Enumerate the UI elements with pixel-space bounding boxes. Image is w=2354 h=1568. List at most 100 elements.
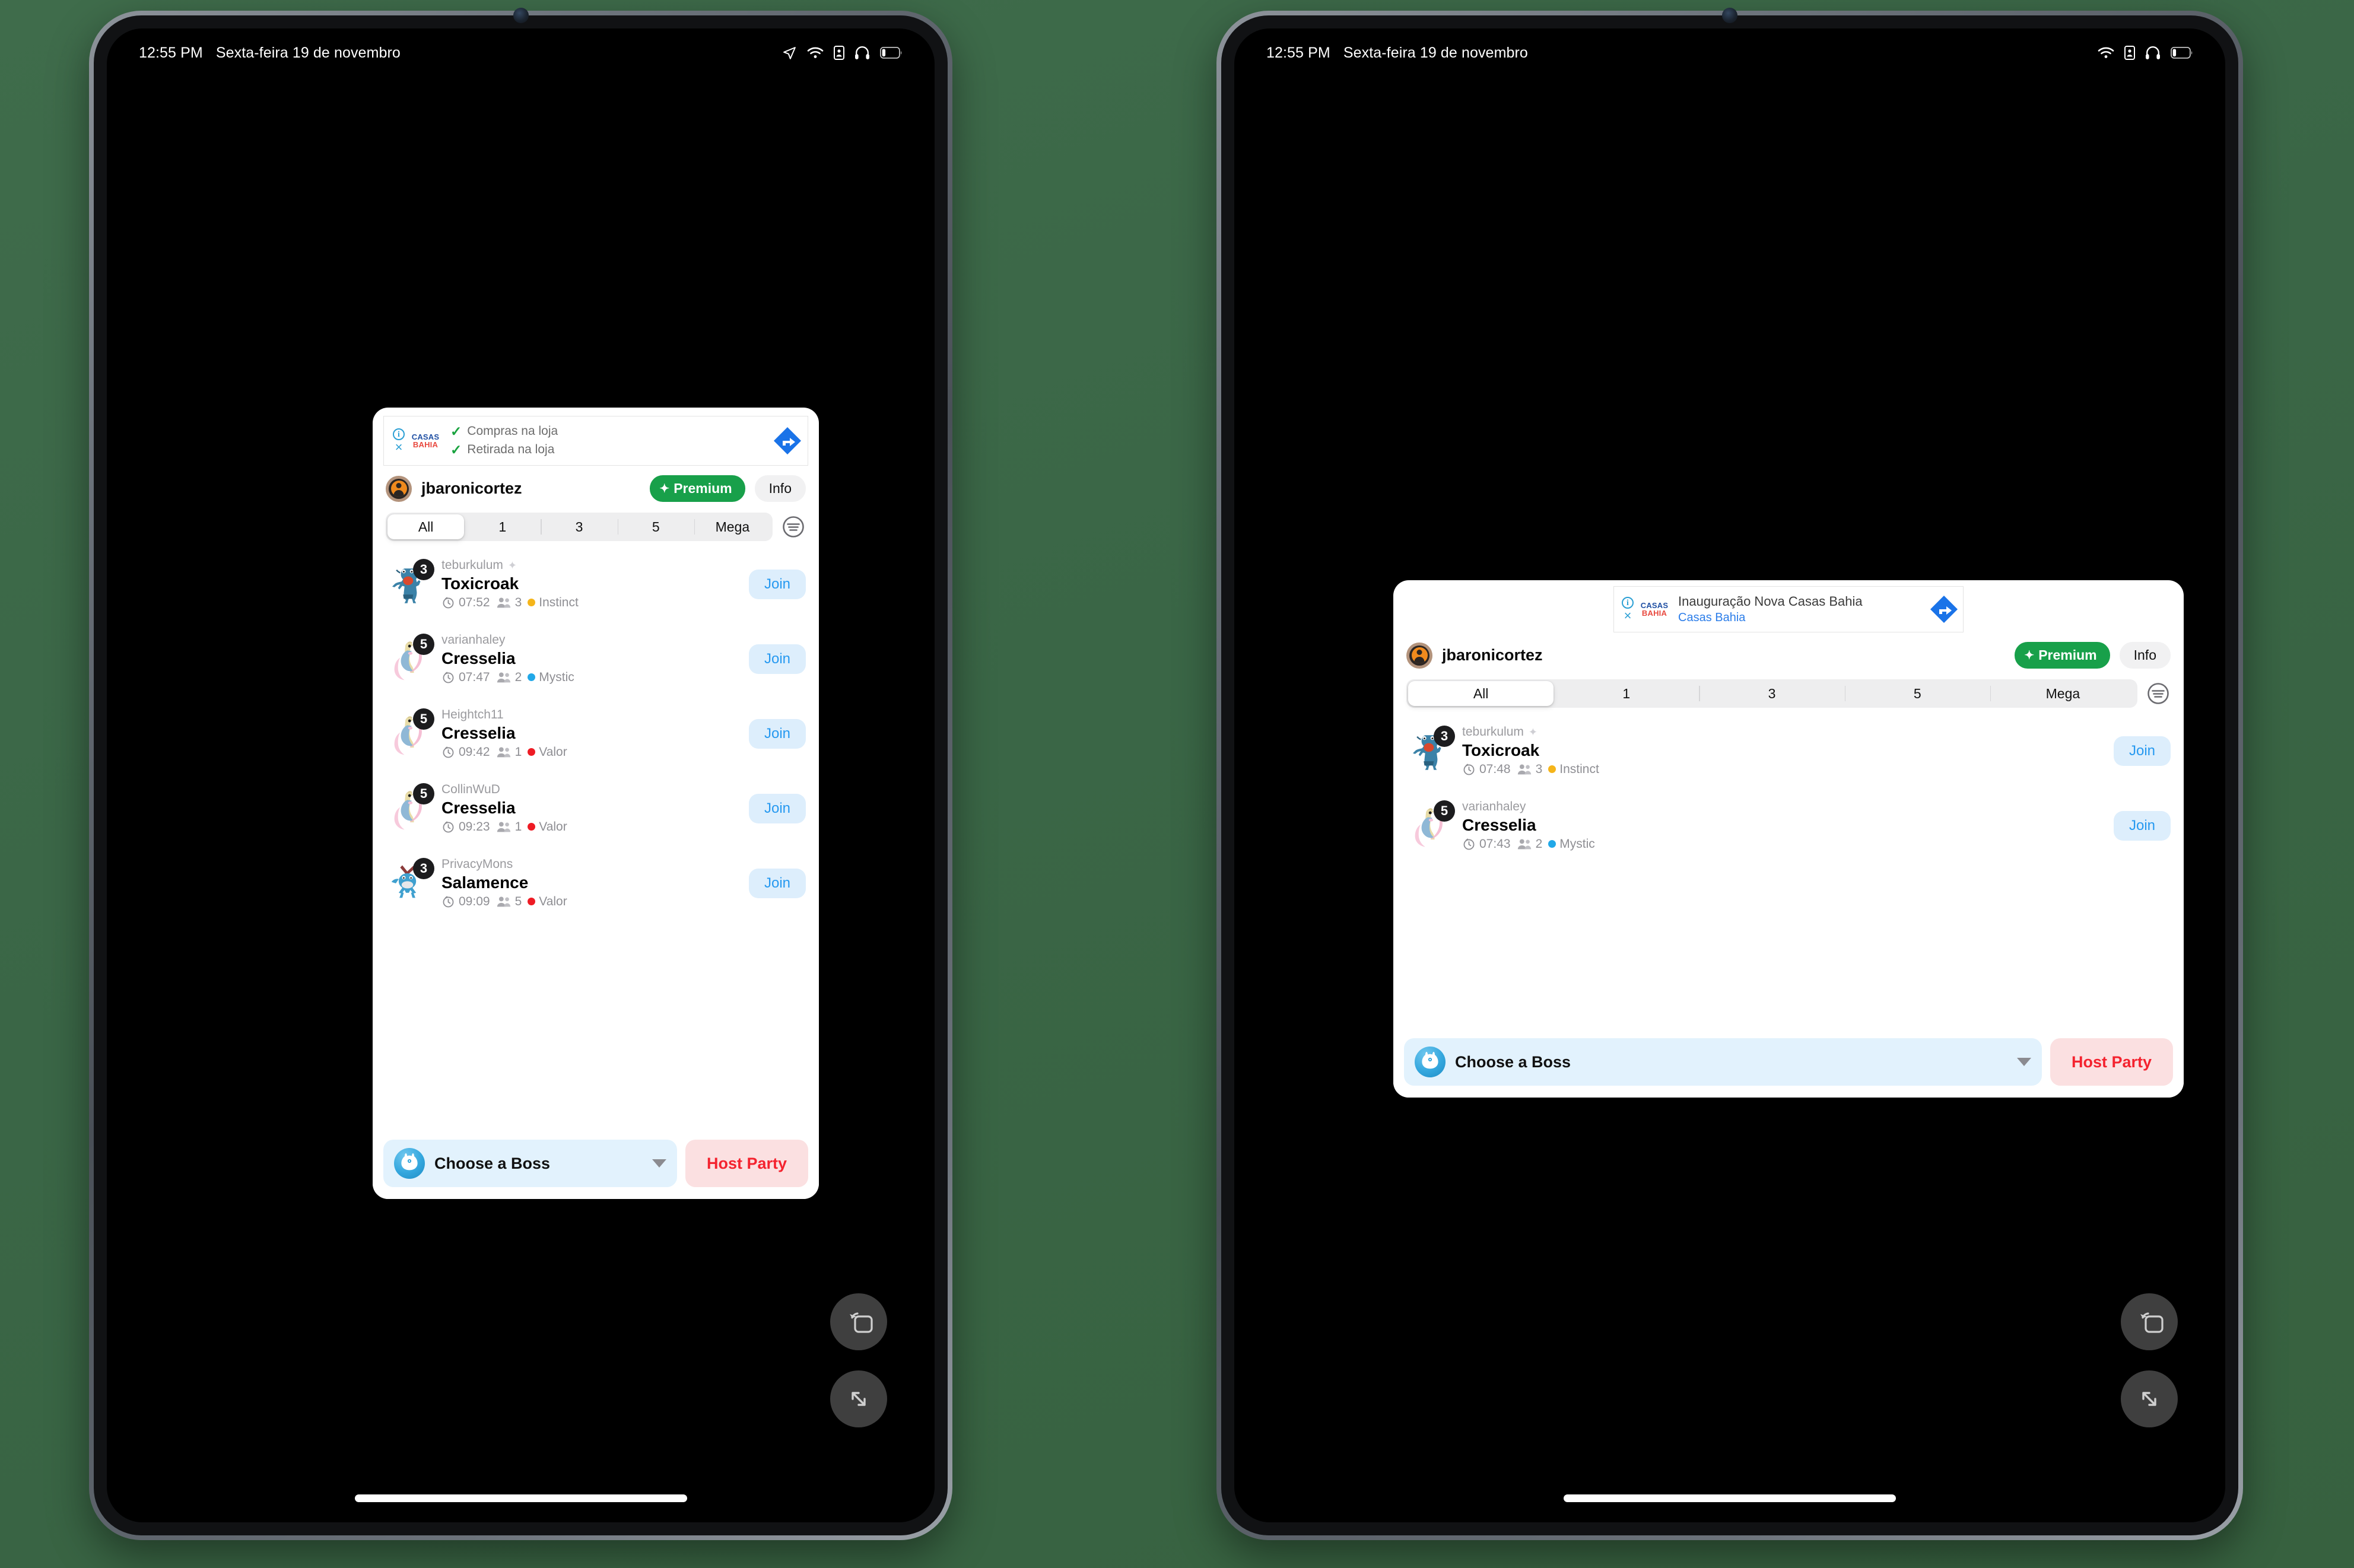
- host-party-button[interactable]: Host Party: [685, 1140, 808, 1187]
- raid-meta: 07:43 2 Mystic: [1462, 836, 2114, 852]
- raid-row[interactable]: 5 Heightch11 Cresselia 09:42 1 Valor Join: [383, 696, 808, 771]
- join-button[interactable]: Join: [748, 869, 806, 898]
- raid-boss-name: Toxicroak: [1462, 740, 1540, 759]
- raid-host-name: varianhaley: [1462, 800, 1526, 814]
- raid-team: Mystic: [528, 669, 574, 685]
- raid-row[interactable]: 5 varianhaley Cresselia 07:43 2 Mystic Join: [1404, 788, 2173, 863]
- raid-level-badge: 5: [413, 783, 434, 804]
- segment-mega[interactable]: Mega: [1990, 681, 2136, 706]
- raid-row[interactable]: 5 varianhaley Cresselia 07:47 2 Mystic Join: [383, 622, 808, 696]
- team-color-dot: [528, 599, 536, 607]
- segment-5-label: 5: [652, 519, 660, 535]
- caret-down-icon[interactable]: [2016, 1058, 2031, 1066]
- avatar[interactable]: [1406, 642, 1432, 669]
- ad-banner-right[interactable]: i × CASAS BAHIA Inauguração Nova Casas B…: [1613, 586, 1964, 632]
- ad-brand-line2: BAHIA: [412, 440, 439, 449]
- segment-5[interactable]: 5: [617, 514, 694, 539]
- premium-button-label: Premium: [674, 481, 732, 496]
- info-button[interactable]: Info: [754, 475, 806, 502]
- avatar-ring: [389, 478, 409, 499]
- raid-info: teburkulum ✦ Toxicroak 07:48 3 Instinct: [1453, 724, 2114, 777]
- raid-host-name: teburkulum ✦: [441, 558, 517, 573]
- segment-all[interactable]: All: [1408, 681, 1554, 706]
- raid-row[interactable]: 3 teburkulum ✦ Toxicroak 07:48 3 Instinct Join: [1404, 714, 2173, 788]
- join-button[interactable]: Join: [2113, 811, 2171, 841]
- segment-mega[interactable]: Mega: [694, 514, 771, 539]
- pokemon-boss-icon: [394, 1148, 425, 1179]
- device-inner-left: 12:55 PM Sexta-feira 19 de novembro i × …: [94, 8, 948, 1535]
- premium-button[interactable]: ✦ Premium: [2015, 642, 2110, 669]
- host-party-label: Host Party: [706, 1154, 787, 1172]
- front-camera-icon: [513, 8, 529, 23]
- user-avatar-icon: [1411, 647, 1428, 663]
- expand-fullscreen-button[interactable]: [2121, 1370, 2178, 1427]
- avatar-ring: [1409, 645, 1429, 666]
- rotate-screen-button[interactable]: [2121, 1293, 2178, 1350]
- filter-sort-icon[interactable]: [2146, 681, 2171, 706]
- choose-boss-dropdown[interactable]: Choose a Boss: [1404, 1038, 2042, 1086]
- info-button[interactable]: Info: [2119, 642, 2171, 669]
- raid-boss-sprite: 5: [386, 783, 434, 832]
- avatar[interactable]: [386, 475, 412, 502]
- ad-info-icon[interactable]: i: [393, 428, 405, 440]
- raid-info: teburkulum ✦ Toxicroak 07:52 3 Instinct: [432, 558, 749, 610]
- ad-close-icon[interactable]: ×: [1624, 609, 1632, 622]
- team-color-dot: [528, 898, 536, 906]
- ad-body: Inauguração Nova Casas Bahia Casas Bahia: [1671, 593, 1929, 625]
- segment-3[interactable]: 3: [1699, 681, 1844, 706]
- device-inner-right: 12:55 PM Sexta-feira 19 de novembro i × …: [1221, 8, 2238, 1535]
- segment-3[interactable]: 3: [541, 514, 617, 539]
- raid-boss-name: Cresselia: [441, 798, 516, 817]
- host-party-button[interactable]: Host Party: [2050, 1038, 2173, 1086]
- join-button[interactable]: Join: [2113, 736, 2171, 766]
- status-bar-right: 12:55 PM Sexta-feira 19 de novembro: [1234, 28, 2225, 77]
- join-button[interactable]: Join: [748, 570, 806, 599]
- expand-fullscreen-icon: [2142, 1392, 2156, 1406]
- raid-team: Valor: [528, 893, 567, 909]
- raid-row[interactable]: 3 teburkulum ✦ Toxicroak 07:52 3 Instinct Join: [383, 547, 808, 622]
- segment-5-label: 5: [1913, 685, 1921, 701]
- ad-close-icon[interactable]: ×: [395, 441, 403, 454]
- segment-mega-label: Mega: [2045, 685, 2080, 701]
- raid-timer: 09:23: [441, 819, 490, 835]
- filter-sort-icon[interactable]: [781, 514, 806, 539]
- raid-level-segmented-control[interactable]: All 1 3 5 Mega: [1406, 679, 2137, 708]
- segment-1[interactable]: 1: [1554, 681, 1699, 706]
- ad-choices-arrow-icon[interactable]: [772, 425, 803, 456]
- segment-1[interactable]: 1: [464, 514, 541, 539]
- timer-icon: [1463, 764, 1475, 775]
- ad-info-icon[interactable]: i: [1622, 597, 1634, 609]
- raid-boss-sprite: 3: [1406, 726, 1455, 774]
- join-button[interactable]: Join: [748, 719, 806, 749]
- expand-fullscreen-button[interactable]: [830, 1370, 887, 1427]
- choose-boss-dropdown[interactable]: Choose a Boss: [383, 1140, 677, 1187]
- check-icon: ✓: [450, 423, 462, 439]
- raid-boss-sprite: 3: [386, 858, 434, 907]
- ad-body: ✓ Compras na loja ✓ Retirada na loja: [442, 422, 772, 459]
- caret-down-icon[interactable]: [652, 1159, 666, 1168]
- rotate-screen-button[interactable]: [830, 1293, 887, 1350]
- premium-button[interactable]: ✦ Premium: [650, 475, 745, 502]
- status-time: 12:55 PM: [1266, 44, 1330, 61]
- raid-meta: 07:48 3 Instinct: [1462, 761, 2114, 777]
- raid-team: Valor: [528, 744, 567, 760]
- status-bar-left-group: 12:55 PM Sexta-feira 19 de novembro: [139, 44, 401, 62]
- info-button-label: Info: [768, 481, 792, 496]
- shiny-icon: ✦: [1528, 726, 1537, 739]
- ad-choices-arrow-icon[interactable]: [1929, 594, 1959, 625]
- join-button[interactable]: Join: [748, 644, 806, 674]
- segment-5[interactable]: 5: [1844, 681, 1990, 706]
- timer-icon: [443, 746, 454, 758]
- raid-row[interactable]: 3 PrivacyMons Salamence 09:09 5 Valor Join: [383, 846, 808, 921]
- app-header-right: jbaronicortez ✦ Premium Info: [1393, 632, 2184, 672]
- home-indicator-left[interactable]: [354, 1494, 687, 1502]
- join-button[interactable]: Join: [748, 794, 806, 823]
- ad-bullet-2-text: Retirada na loja: [467, 443, 555, 457]
- home-indicator-right[interactable]: [1564, 1494, 1896, 1502]
- ad-bullet-1-text: Compras na loja: [467, 424, 558, 438]
- segment-all[interactable]: All: [387, 514, 465, 539]
- raid-row[interactable]: 5 CollinWuD Cresselia 09:23 1 Valor Join: [383, 771, 808, 846]
- ad-banner-left[interactable]: i × CASAS BAHIA ✓ Compras na loja ✓ Reti…: [383, 416, 808, 466]
- raid-level-segmented-control[interactable]: All 1 3 5 Mega: [386, 513, 773, 541]
- raid-boss-name: Cresselia: [441, 723, 516, 742]
